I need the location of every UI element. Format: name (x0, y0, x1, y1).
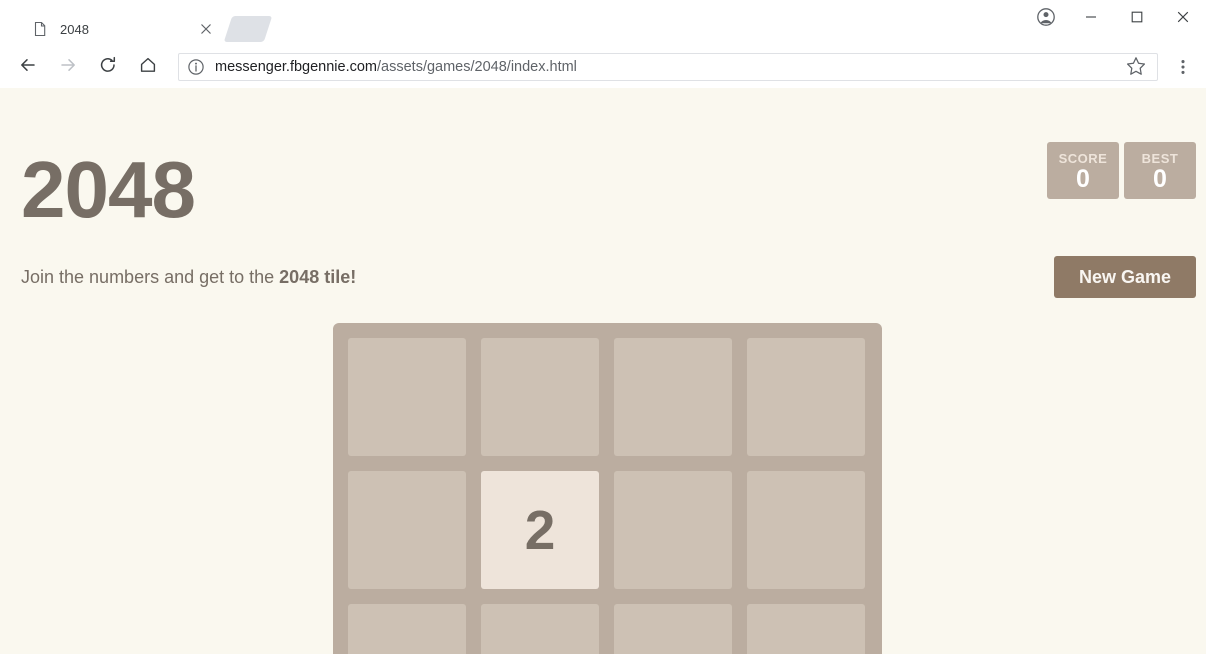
info-circle-icon[interactable] (187, 58, 205, 76)
maximize-icon[interactable] (1114, 1, 1160, 33)
window-close-icon[interactable] (1160, 1, 1206, 33)
grid-cell-empty (614, 471, 732, 589)
grid-cell-empty (747, 604, 865, 654)
browser-window: 2048 messenger.fbgennie.com/assets/games… (0, 0, 1206, 654)
grid-cell-empty (348, 338, 466, 456)
tab-strip: 2048 (0, 0, 1206, 46)
tab-title: 2048 (60, 21, 89, 37)
url-host: messenger.fbgennie.com (215, 59, 378, 75)
window-controls (1024, 0, 1206, 34)
grid-cell-empty (481, 338, 599, 456)
home-icon (138, 55, 158, 80)
address-bar[interactable]: messenger.fbgennie.com/assets/games/2048… (178, 53, 1158, 81)
score-value: 0 (1076, 164, 1090, 193)
star-icon[interactable] (1125, 55, 1149, 79)
new-tab-shape[interactable] (223, 16, 273, 42)
minimize-icon[interactable] (1068, 1, 1114, 33)
three-dots-vertical-icon[interactable] (1168, 51, 1198, 83)
best-label: BEST (1141, 150, 1179, 166)
tile-2: 2 (481, 471, 599, 589)
grid-cell-empty (481, 604, 599, 654)
score-container: SCORE 0 BEST 0 (1047, 142, 1196, 199)
best-value: 0 (1153, 164, 1167, 193)
game-grid: 2 (348, 338, 867, 654)
tagline-strong: 2048 tile! (279, 267, 357, 287)
url-text: messenger.fbgennie.com/assets/games/2048… (215, 59, 577, 75)
game-board[interactable]: 2 (333, 323, 882, 654)
grid-cell-empty (614, 338, 732, 456)
grid-cell-empty (348, 471, 466, 589)
page-content: 2048 Join the numbers and get to the 204… (0, 88, 1206, 654)
tagline-prefix: Join the numbers and get to the (21, 267, 280, 287)
home-button[interactable] (131, 50, 165, 84)
arrow-right-icon (58, 55, 78, 80)
grid-cell-empty (747, 338, 865, 456)
reload-button[interactable] (91, 50, 125, 84)
grid-cell-empty (348, 604, 466, 654)
grid-cell-empty (614, 604, 732, 654)
url-path: /assets/games/2048/index.html (377, 59, 577, 75)
new-game-button[interactable]: New Game (1054, 256, 1196, 298)
page-icon (32, 21, 48, 37)
close-icon[interactable] (198, 21, 214, 37)
grid-cell-empty (747, 471, 865, 589)
arrow-left-icon (18, 55, 38, 80)
score-box-best: BEST 0 (1124, 142, 1196, 199)
tab-2048[interactable]: 2048 (16, 12, 248, 46)
forward-button (51, 50, 85, 84)
account-circle-icon[interactable] (1024, 1, 1068, 33)
browser-toolbar: messenger.fbgennie.com/assets/games/2048… (0, 46, 1206, 88)
score-box-current: SCORE 0 (1047, 142, 1119, 199)
tagline: Join the numbers and get to the 2048 til… (21, 266, 356, 288)
reload-icon (98, 55, 118, 80)
score-label: SCORE (1058, 150, 1108, 166)
back-button[interactable] (11, 50, 45, 84)
page-title: 2048 (21, 145, 196, 234)
